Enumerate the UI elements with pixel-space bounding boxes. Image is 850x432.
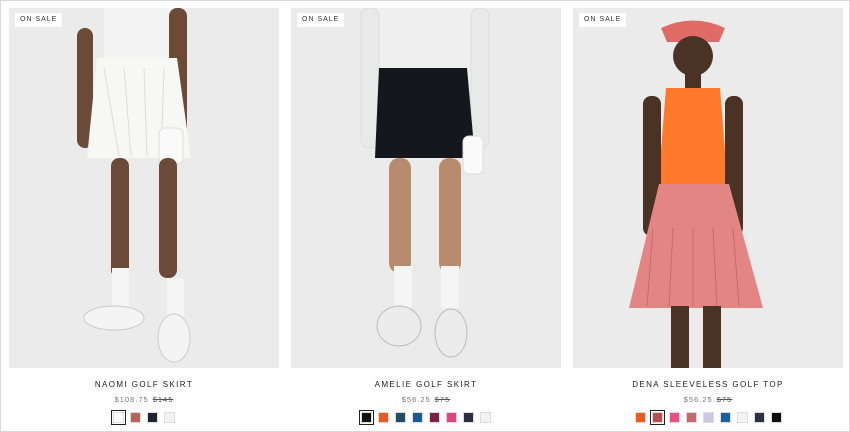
product-name[interactable]: DENA SLEEVELESS GOLF TOP — [573, 380, 843, 389]
product-name[interactable]: AMELIE GOLF SKIRT — [291, 380, 561, 389]
on-sale-badge: ON SALE — [15, 13, 63, 27]
color-swatch[interactable] — [702, 412, 714, 423]
product-image[interactable]: ON SALE — [291, 8, 561, 368]
original-price: $75 — [434, 395, 451, 404]
color-swatch[interactable] — [147, 412, 158, 423]
product-name[interactable]: NAOMI GOLF SKIRT — [9, 380, 279, 389]
color-swatch[interactable] — [685, 412, 697, 423]
color-swatches — [9, 410, 279, 425]
color-swatch[interactable] — [359, 410, 374, 425]
color-swatch[interactable] — [480, 412, 491, 423]
product-price: $108.75 $145 — [9, 395, 279, 404]
sale-price: $56.25 — [401, 395, 431, 404]
color-swatch[interactable] — [429, 412, 440, 423]
color-swatch[interactable] — [649, 410, 665, 425]
model-black-skirt-illustration — [360, 8, 490, 358]
product-price: $56.25 $75 — [291, 395, 561, 404]
color-swatch[interactable] — [130, 412, 141, 423]
color-swatch[interactable] — [395, 412, 406, 423]
product-card-naomi[interactable]: ON SALE NAOMI GOLF SKIRT $108.75 $145 — [9, 8, 279, 432]
product-price: $56.25 $75 — [573, 395, 843, 404]
color-swatch[interactable] — [634, 412, 646, 423]
model-white-skirt-illustration — [77, 8, 191, 363]
original-price: $75 — [716, 395, 733, 404]
color-swatch[interactable] — [446, 412, 457, 423]
product-image[interactable]: ON SALE — [9, 8, 279, 368]
model-orange-top-illustration — [629, 20, 763, 368]
on-sale-badge: ON SALE — [579, 13, 627, 27]
color-swatch[interactable] — [463, 412, 474, 423]
color-swatch[interactable] — [378, 412, 389, 423]
color-swatch[interactable] — [736, 412, 748, 423]
sale-price: $108.75 — [114, 395, 149, 404]
color-swatch[interactable] — [412, 412, 423, 423]
product-image[interactable]: ON SALE — [573, 8, 843, 368]
original-price: $145 — [152, 395, 174, 404]
color-swatch[interactable] — [668, 412, 680, 423]
color-swatch[interactable] — [719, 412, 731, 423]
color-swatches — [573, 410, 843, 425]
color-swatches — [291, 410, 561, 425]
sale-price: $56.25 — [683, 395, 713, 404]
color-swatch[interactable] — [770, 412, 782, 423]
color-swatch[interactable] — [753, 412, 765, 423]
product-card-amelie[interactable]: ON SALE AMELIE GOLF SKIRT $56.25 $75 — [291, 8, 561, 432]
color-swatch[interactable] — [164, 412, 175, 423]
product-card-dena[interactable]: ON SALE DENA SLEEVELESS GOLF TOP $56.25 $… — [573, 8, 843, 432]
on-sale-badge: ON SALE — [297, 13, 345, 27]
color-swatch[interactable] — [111, 410, 126, 425]
